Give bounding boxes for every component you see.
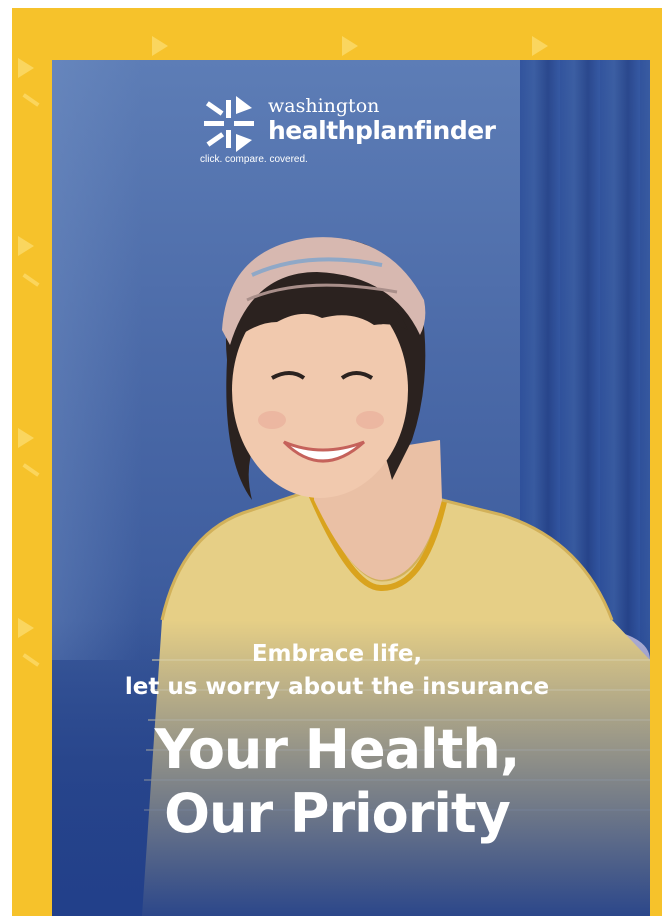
logo-tagline: click. compare. covered. (200, 154, 308, 165)
chevron-decoration (532, 36, 548, 56)
title-line2: Our Priority (164, 782, 511, 845)
logo-star-icon (204, 96, 254, 152)
chevron-decoration (18, 618, 34, 638)
chevron-decoration (342, 36, 358, 56)
title-line1: Your Health, (154, 718, 521, 781)
chevron-decoration (152, 36, 168, 56)
dash-decoration (22, 273, 40, 287)
chevron-decoration (18, 58, 34, 78)
logo-line2: healthplanfinder (268, 116, 496, 145)
dash-decoration (22, 463, 40, 477)
chevron-decoration (18, 428, 34, 448)
headline-title: Your Health, Our Priority (12, 718, 662, 846)
healthplanfinder-logo: washington healthplanfinder click. compa… (198, 94, 518, 184)
ad-frame: washington healthplanfinder click. compa… (12, 8, 662, 916)
logo-line1: washington (268, 95, 380, 117)
tagline-line2: let us worry about the insurance (124, 674, 550, 700)
dash-decoration (22, 93, 40, 107)
chevron-decoration (18, 236, 34, 256)
tagline: Embrace life, let us worry about the ins… (12, 638, 662, 704)
tagline-line1: Embrace life, (251, 641, 423, 667)
